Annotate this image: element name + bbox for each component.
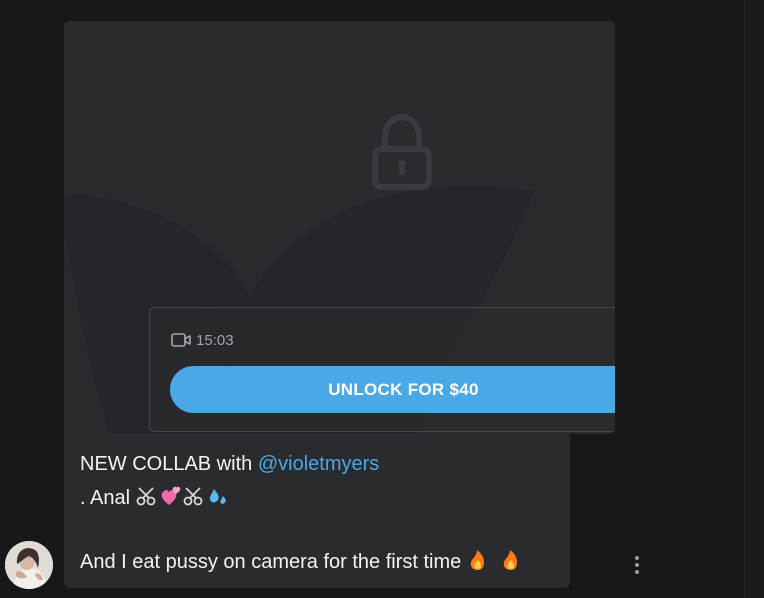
fire-icon	[504, 550, 518, 570]
message-line-3: And I eat pussy on camera for the first …	[80, 549, 522, 574]
message-line-1: NEW COLLAB with @violetmyers	[80, 453, 379, 476]
mention-link[interactable]: @violetmyers	[258, 453, 379, 475]
more-dot	[635, 556, 639, 560]
more-dot	[635, 563, 639, 567]
message-text-prefix: NEW COLLAB with	[80, 453, 258, 475]
unlock-panel: 15:03 UNLOCK FOR $40	[149, 307, 615, 432]
message-text-anal: . Anal	[80, 487, 136, 509]
emoji-sequence	[136, 486, 226, 506]
video-camera-icon	[171, 333, 191, 347]
message-line-2: . Anal	[80, 485, 232, 510]
duration-label: 15:03	[196, 331, 234, 349]
unlock-button[interactable]: UNLOCK FOR $40	[170, 366, 615, 413]
message-text-line3: And I eat pussy on camera for the first …	[80, 551, 467, 573]
locked-media-card: 15:03 UNLOCK FOR $40	[64, 21, 615, 434]
more-vertical-icon[interactable]	[626, 553, 648, 577]
chat-stage: 15:03 UNLOCK FOR $40 NEW COLLAB with @vi…	[0, 0, 764, 598]
scissors-icon	[183, 487, 203, 506]
avatar[interactable]	[5, 541, 53, 589]
right-scroll-strip[interactable]	[744, 0, 764, 598]
video-duration: 15:03	[171, 330, 234, 350]
hearts-icon	[161, 486, 180, 505]
more-dot	[635, 570, 639, 574]
droplets-icon	[209, 489, 226, 504]
avatar-image	[5, 541, 53, 589]
fire-icon	[470, 550, 484, 570]
message-text-bubble: NEW COLLAB with @violetmyers . Anal And …	[64, 434, 570, 588]
scissors-icon	[136, 487, 156, 506]
lock-icon	[372, 113, 432, 190]
